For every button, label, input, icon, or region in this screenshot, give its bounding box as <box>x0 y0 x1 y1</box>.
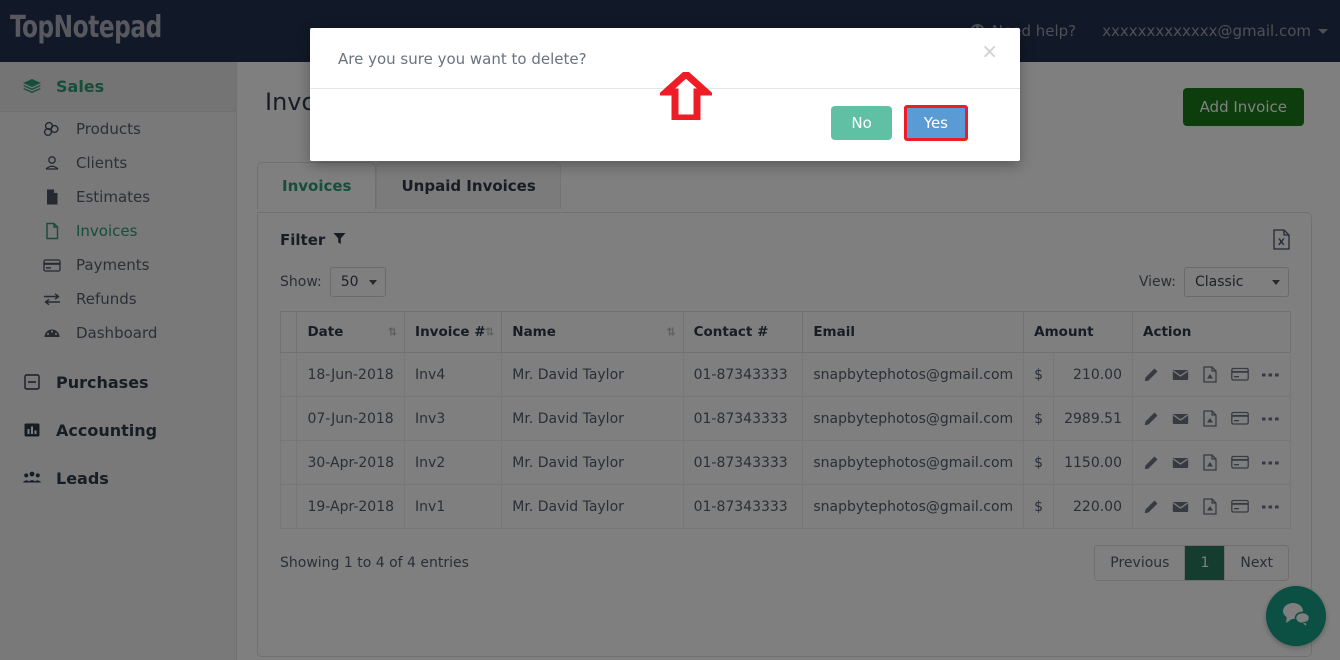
modal-message: Are you sure you want to delete? <box>338 50 996 68</box>
up-arrow-annotation-icon <box>660 72 712 124</box>
no-button[interactable]: No <box>831 106 891 140</box>
close-icon[interactable]: × <box>981 41 998 61</box>
yes-button[interactable]: Yes <box>904 105 968 141</box>
screenshot-root: TopNotepad Need help? xxxxxxxxxxxxx@gmai… <box>0 0 1340 660</box>
